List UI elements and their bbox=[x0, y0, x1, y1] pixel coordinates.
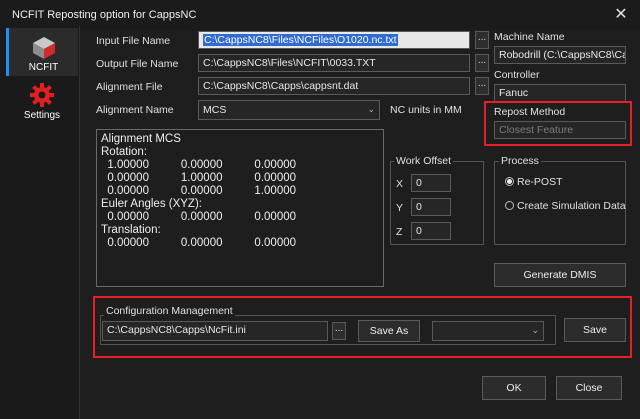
alignment-file-field[interactable]: C:\CappsNC8\Capps\cappsnt.dat bbox=[198, 77, 470, 95]
sidebar-item-label: NCFIT bbox=[28, 62, 59, 73]
process-title: Process bbox=[499, 155, 541, 167]
rotation-row-3: 0.00000 0.00000 1.00000 bbox=[101, 185, 297, 197]
repost-radio[interactable] bbox=[505, 177, 514, 186]
chevron-down-icon: ⌄ bbox=[531, 325, 539, 335]
input-file-value: C:\CappsNC8\Files\NCFiles\O1020.nc.txt bbox=[203, 34, 398, 46]
euler-row: 0.00000 0.00000 0.00000 bbox=[101, 211, 297, 223]
input-file-browse-button[interactable]: ... bbox=[475, 31, 489, 49]
generate-dmis-button[interactable]: Generate DMIS bbox=[494, 263, 626, 287]
controller-label: Controller bbox=[494, 69, 540, 81]
create-simulation-radio[interactable] bbox=[505, 201, 514, 210]
sidebar-item-ncfit[interactable]: NCFIT bbox=[6, 28, 78, 76]
alignment-info-panel: Alignment MCS Rotation: 1.00000 0.00000 … bbox=[96, 129, 384, 287]
window-close-icon[interactable]: ✕ bbox=[606, 4, 636, 26]
machine-name-field[interactable]: Robodrill (C:\CappsNC8\Capps bbox=[494, 46, 626, 64]
sidebar-item-settings[interactable]: Settings bbox=[6, 76, 78, 124]
output-file-field[interactable]: C:\CappsNC8\Files\NCFIT\0033.TXT bbox=[198, 54, 470, 72]
window-title: NCFIT Reposting option for CappsNC bbox=[12, 9, 197, 21]
offset-x-label: X bbox=[396, 178, 404, 190]
translation-row: 0.00000 0.00000 0.00000 bbox=[101, 237, 297, 249]
create-simulation-radio-label[interactable]: Create Simulation Data bbox=[517, 200, 626, 212]
offset-y-input[interactable]: 0 bbox=[411, 198, 451, 216]
rotation-row-2: 0.00000 1.00000 0.00000 bbox=[101, 172, 297, 184]
save-as-button[interactable]: Save As bbox=[358, 320, 420, 342]
alignment-name-value: MCS bbox=[203, 104, 227, 116]
input-file-label: Input File Name bbox=[96, 35, 171, 47]
repost-method-label: Repost Method bbox=[494, 106, 566, 118]
alignment-file-browse-button[interactable]: ... bbox=[475, 77, 489, 95]
repost-method-field[interactable]: Closest Feature bbox=[494, 121, 626, 139]
config-dropdown[interactable]: ⌄ bbox=[432, 321, 544, 341]
offset-y-label: Y bbox=[396, 202, 404, 214]
alignment-title-line: Alignment MCS bbox=[101, 133, 181, 145]
output-file-label: Output File Name bbox=[96, 58, 179, 70]
work-offset-title: Work Offset bbox=[394, 155, 454, 167]
alignment-name-label: Alignment Name bbox=[96, 104, 174, 116]
gear-icon bbox=[30, 83, 54, 107]
offset-z-label: Z bbox=[396, 226, 403, 238]
sidebar-item-label: Settings bbox=[23, 110, 61, 121]
machine-name-label: Machine Name bbox=[494, 31, 565, 43]
config-path-field[interactable]: C:\CappsNC8\Capps\NcFit.ini bbox=[102, 321, 328, 341]
rotation-label: Rotation: bbox=[101, 146, 148, 158]
nc-units-label: NC units in MM bbox=[390, 104, 462, 116]
input-file-field[interactable]: C:\CappsNC8\Files\NCFiles\O1020.nc.txt bbox=[198, 31, 470, 49]
offset-x-input[interactable]: 0 bbox=[411, 174, 451, 192]
config-browse-button[interactable]: ... bbox=[332, 322, 346, 340]
save-button[interactable]: Save bbox=[564, 318, 626, 342]
offset-z-input[interactable]: 0 bbox=[411, 222, 451, 240]
chevron-down-icon: ⌄ bbox=[367, 104, 375, 114]
euler-label: Euler Angles (XYZ): bbox=[101, 198, 202, 210]
translation-label: Translation: bbox=[101, 224, 161, 236]
controller-field[interactable]: Fanuc bbox=[494, 84, 626, 102]
ok-button[interactable]: OK bbox=[482, 376, 546, 400]
repost-radio-label[interactable]: Re-POST bbox=[517, 176, 563, 188]
rotation-row-1: 1.00000 0.00000 0.00000 bbox=[101, 159, 297, 171]
ncfit-cube-icon bbox=[32, 37, 55, 59]
alignment-name-dropdown[interactable]: MCS ⌄ bbox=[198, 100, 380, 120]
output-file-browse-button[interactable]: ... bbox=[475, 54, 489, 72]
alignment-file-label: Alignment File bbox=[96, 81, 163, 93]
configuration-title: Configuration Management bbox=[104, 305, 235, 317]
close-button[interactable]: Close bbox=[556, 376, 622, 400]
